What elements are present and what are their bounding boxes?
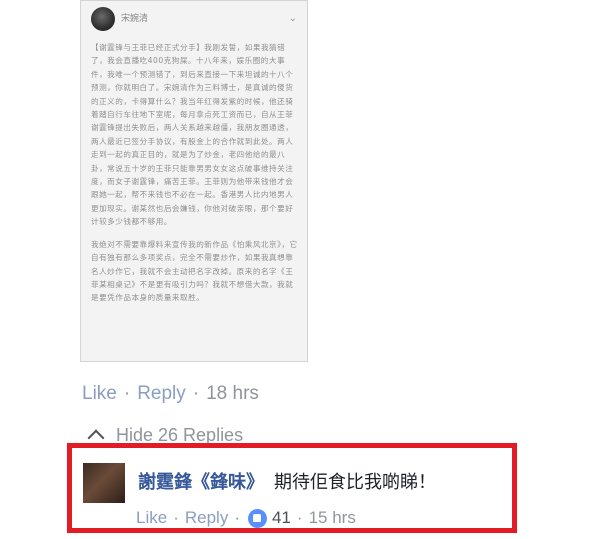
like-link[interactable]: Like <box>82 383 117 405</box>
post-actions: Like · Reply · 18 hrs <box>82 383 259 405</box>
post-paragraph: 【谢霆锋与王菲已经正式分手】我刚发誓，如果我猜错了，我会直播吃400克狗屎。十八… <box>91 43 294 227</box>
comment-actions: Like · Reply · 41 · 15 hrs <box>136 508 356 528</box>
chevron-down-icon: ⌄ <box>288 13 297 24</box>
reply-link[interactable]: Reply <box>137 383 186 405</box>
thumbs-up-icon[interactable] <box>248 508 267 528</box>
comment-text: 期待佢食比我啲睇！ <box>274 472 436 493</box>
comment-like-count[interactable]: 41 <box>272 508 291 528</box>
comment-author-link[interactable]: 謝霆鋒《鋒味》 <box>138 468 264 494</box>
post-body-text: 【谢霆锋与王菲已经正式分手】我刚发誓，如果我猜错了，我会直播吃400克狗屎。十八… <box>91 41 299 305</box>
comment-content: 謝霆鋒《鋒味》 期待佢食比我啲睇！ <box>138 468 436 494</box>
commenter-avatar[interactable] <box>83 463 125 503</box>
post-timestamp[interactable]: 18 hrs <box>206 383 259 405</box>
separator: · <box>173 508 179 527</box>
post-header: 宋婉清 ⌄ <box>91 7 301 33</box>
post-author-name: 宋婉清 <box>121 14 149 24</box>
comment-timestamp[interactable]: 15 hrs <box>309 508 356 528</box>
comment-reply-link[interactable]: Reply <box>185 508 228 528</box>
post-screenshot-image: 宋婉清 ⌄ 【谢霆锋与王菲已经正式分手】我刚发誓，如果我猜错了，我会直播吃400… <box>80 0 308 362</box>
post-paragraph: 我绝对不需要靠爆料来宣传我的新作品《怕乘风北京》，它自有独有那么多项奖点，完全不… <box>91 239 298 303</box>
post-author-avatar <box>91 7 115 31</box>
separator: · <box>123 383 131 404</box>
separator: · <box>296 508 303 527</box>
highlighted-comment: 謝霆鋒《鋒味》 期待佢食比我啲睇！ Like · Reply · 41 · 15… <box>67 443 517 533</box>
comment-like-link[interactable]: Like <box>136 508 167 528</box>
separator: · <box>234 508 240 527</box>
separator: · <box>192 383 200 404</box>
